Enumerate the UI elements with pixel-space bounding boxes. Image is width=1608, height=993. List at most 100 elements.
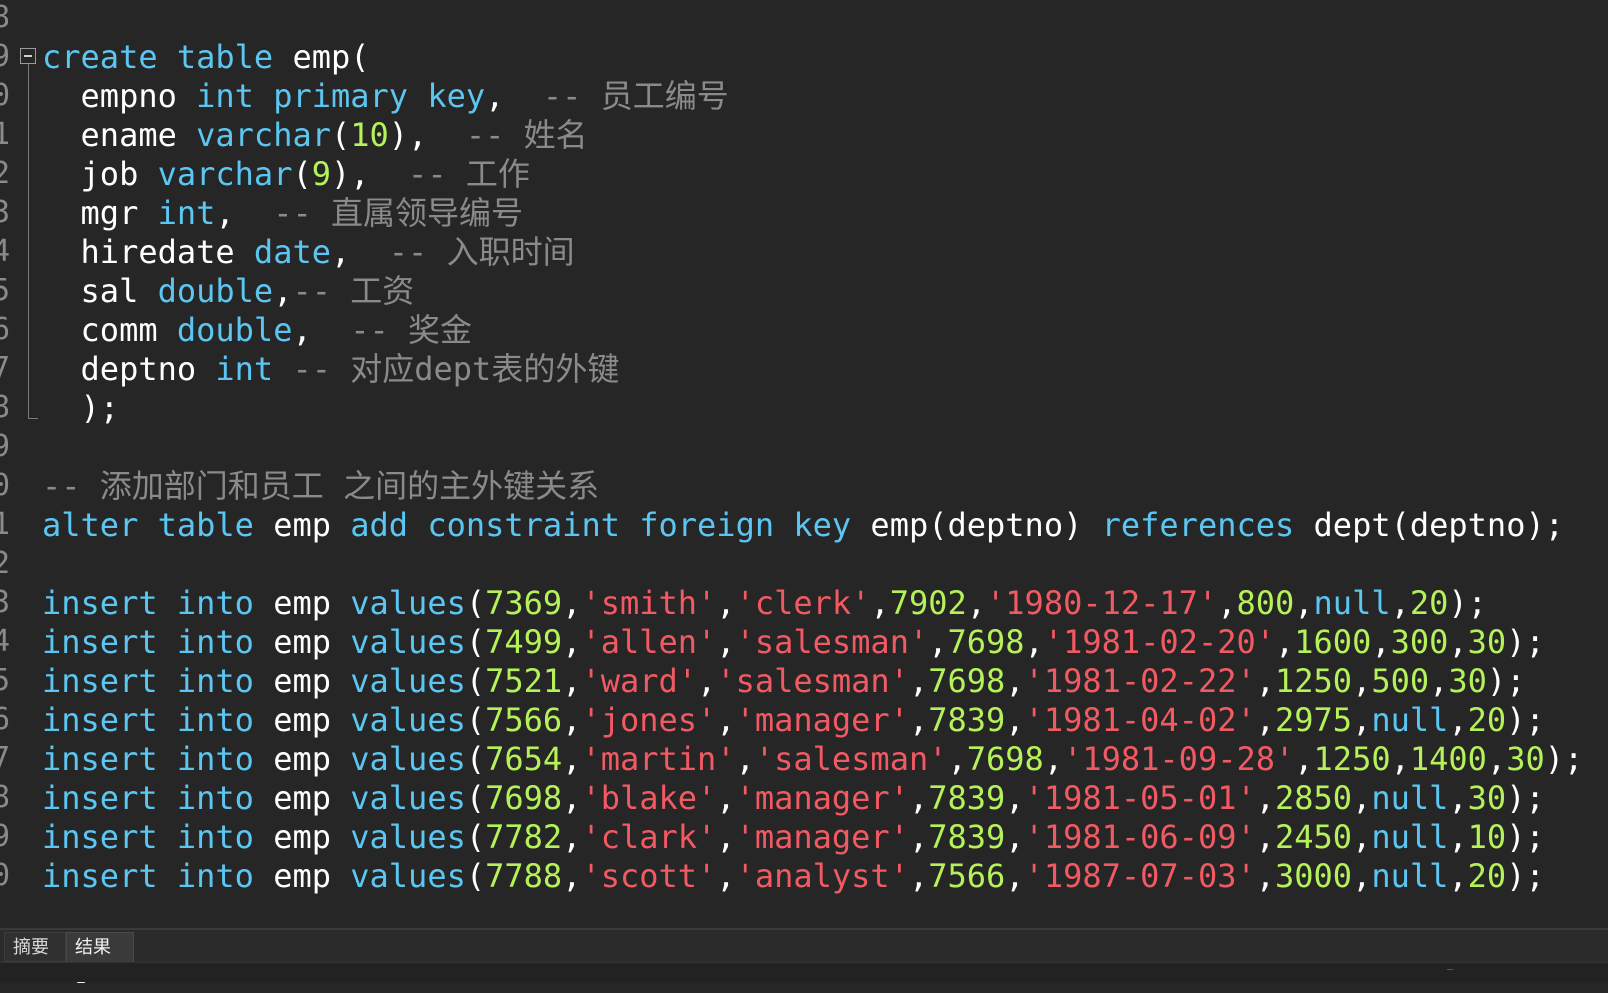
text-token: , bbox=[1024, 623, 1044, 661]
string-token: 'jones' bbox=[581, 701, 717, 739]
text-token: ); bbox=[1506, 701, 1545, 739]
code-line[interactable]: 8 bbox=[0, 0, 1608, 38]
code-line[interactable]: 3 mgr int, -- 直属领导编号 bbox=[0, 193, 1608, 233]
code-line[interactable]: 6 comm double, -- 奖金 bbox=[0, 310, 1608, 350]
text-token: , bbox=[947, 740, 967, 778]
text-token: , bbox=[716, 623, 736, 661]
keyword-token: insert bbox=[42, 662, 158, 700]
text-token: , bbox=[1005, 701, 1025, 739]
line-code: insert into emp values(7369,'smith','cle… bbox=[42, 583, 1487, 623]
string-token: 'analyst' bbox=[735, 857, 909, 895]
number-token: 7839 bbox=[928, 818, 1006, 856]
code-line[interactable]: 2 bbox=[0, 544, 1608, 584]
line-number: 0 bbox=[0, 858, 11, 893]
string-token: '1981-09-28' bbox=[1063, 740, 1295, 778]
keyword-token: insert bbox=[42, 584, 158, 622]
text-token: , bbox=[1352, 857, 1372, 895]
line-code: insert into emp values(7654,'martin','sa… bbox=[42, 739, 1583, 779]
text-token: , bbox=[1429, 662, 1449, 700]
text-token: emp bbox=[253, 584, 351, 622]
code-line[interactable]: 9 bbox=[0, 427, 1608, 467]
code-line[interactable]: 0 insert into emp values(7788,'scott','an… bbox=[0, 856, 1608, 896]
keyword-token: table bbox=[157, 506, 254, 544]
code-line[interactable]: 1 alter table emp add constraint foreign … bbox=[0, 505, 1608, 545]
code-line[interactable]: 7 deptno int -- 对应dept表的外键 bbox=[0, 349, 1608, 389]
code-line[interactable]: 1 ename varchar(10), -- 姓名 bbox=[0, 115, 1608, 155]
keyword-token: into bbox=[176, 623, 254, 661]
code-editor[interactable]: 8 9 create table emp(0 empno int primary k… bbox=[0, 0, 1608, 928]
string-token: '1981-06-09' bbox=[1024, 818, 1256, 856]
text-token: , bbox=[1255, 662, 1275, 700]
keyword-token: references bbox=[1101, 506, 1295, 544]
line-number: 4 bbox=[0, 624, 11, 659]
code-line[interactable]: 5 sal double,-- 工资 bbox=[0, 271, 1608, 311]
comment-token: -- 姓名 bbox=[465, 116, 588, 154]
text-token: , bbox=[562, 623, 582, 661]
number-token: 7839 bbox=[928, 701, 1006, 739]
text-token: , bbox=[870, 584, 890, 622]
code-line[interactable]: 8 insert into emp values(7698,'blake','ma… bbox=[0, 778, 1608, 818]
text-token: sal bbox=[42, 272, 158, 310]
string-token: '1981-02-20' bbox=[1043, 623, 1275, 661]
line-number: 1 bbox=[0, 117, 11, 152]
text-token: ( bbox=[465, 662, 486, 700]
code-line[interactable]: 3 insert into emp values(7369,'smith','cl… bbox=[0, 583, 1608, 623]
number-token: 7902 bbox=[889, 584, 967, 622]
string-token: '1987-07-03' bbox=[1024, 857, 1256, 895]
keyword-token: double bbox=[176, 311, 293, 349]
code-line[interactable]: 7 insert into emp values(7654,'martin','s… bbox=[0, 739, 1608, 779]
text-token: , bbox=[1005, 662, 1025, 700]
code-line[interactable]: 8 ); bbox=[0, 388, 1608, 428]
code-line[interactable]: 6 insert into emp values(7566,'jones','ma… bbox=[0, 700, 1608, 740]
number-token: 30 bbox=[1467, 623, 1507, 661]
number-token: 1250 bbox=[1313, 740, 1391, 778]
text-token: , bbox=[562, 584, 582, 622]
text-token: emp bbox=[253, 779, 351, 817]
tab-result-1[interactable]: 结果 1 bbox=[66, 932, 134, 988]
text-token: ( bbox=[465, 857, 486, 895]
line-code: insert into emp values(7782,'clark','man… bbox=[42, 817, 1545, 857]
comment-token: -- 员工编号 bbox=[542, 77, 729, 115]
text-token: ); bbox=[1506, 818, 1545, 856]
code-line[interactable]: 9 insert into emp values(7782,'clark','ma… bbox=[0, 817, 1608, 857]
code-line[interactable]: 4 hiredate date, -- 入职时间 bbox=[0, 232, 1608, 272]
text-token: ); bbox=[1506, 623, 1545, 661]
keyword-token: add bbox=[350, 506, 409, 544]
number-token: 20 bbox=[1467, 857, 1507, 895]
text-token: , bbox=[1005, 857, 1025, 895]
keyword-token: values bbox=[350, 584, 466, 622]
text-token: emp bbox=[253, 506, 351, 544]
text-token: hiredate bbox=[42, 233, 254, 271]
line-code: hiredate date, -- 入职时间 bbox=[42, 232, 575, 272]
number-token: 7499 bbox=[485, 623, 563, 661]
code-line[interactable]: 0 -- 添加部门和员工 之间的主外键关系 bbox=[0, 466, 1608, 506]
text-token: , bbox=[1255, 779, 1275, 817]
line-number: 6 bbox=[0, 312, 11, 347]
keyword-token: create bbox=[42, 38, 158, 76]
text-token: ), bbox=[330, 155, 409, 193]
keyword-token: into bbox=[176, 779, 254, 817]
keyword-token: into bbox=[176, 701, 254, 739]
code-line[interactable]: 2 job varchar(9), -- 工作 bbox=[0, 154, 1608, 194]
tab-summary[interactable]: 摘要 bbox=[4, 932, 66, 962]
line-code: mgr int, -- 直属领导编号 bbox=[42, 193, 523, 233]
code-line[interactable]: 5 insert into emp values(7521,'ward','sal… bbox=[0, 661, 1608, 701]
text-token: , bbox=[1352, 818, 1372, 856]
string-token: 'salesman' bbox=[716, 662, 909, 700]
number-token: 3000 bbox=[1275, 857, 1353, 895]
number-token: 20 bbox=[1409, 584, 1449, 622]
code-line[interactable]: 9 create table emp( bbox=[0, 37, 1608, 77]
keyword-token: varchar bbox=[196, 116, 331, 154]
text-token: , bbox=[1390, 584, 1410, 622]
text-token: , bbox=[716, 818, 736, 856]
code-line[interactable]: 4 insert into emp values(7499,'allen','sa… bbox=[0, 622, 1608, 662]
code-line[interactable]: 0 empno int primary key, -- 员工编号 bbox=[0, 76, 1608, 116]
comment-token: -- 工资 bbox=[292, 272, 415, 310]
text-token: , bbox=[716, 779, 736, 817]
text-token: dept(deptno); bbox=[1294, 506, 1564, 544]
text-token: , bbox=[562, 857, 582, 895]
